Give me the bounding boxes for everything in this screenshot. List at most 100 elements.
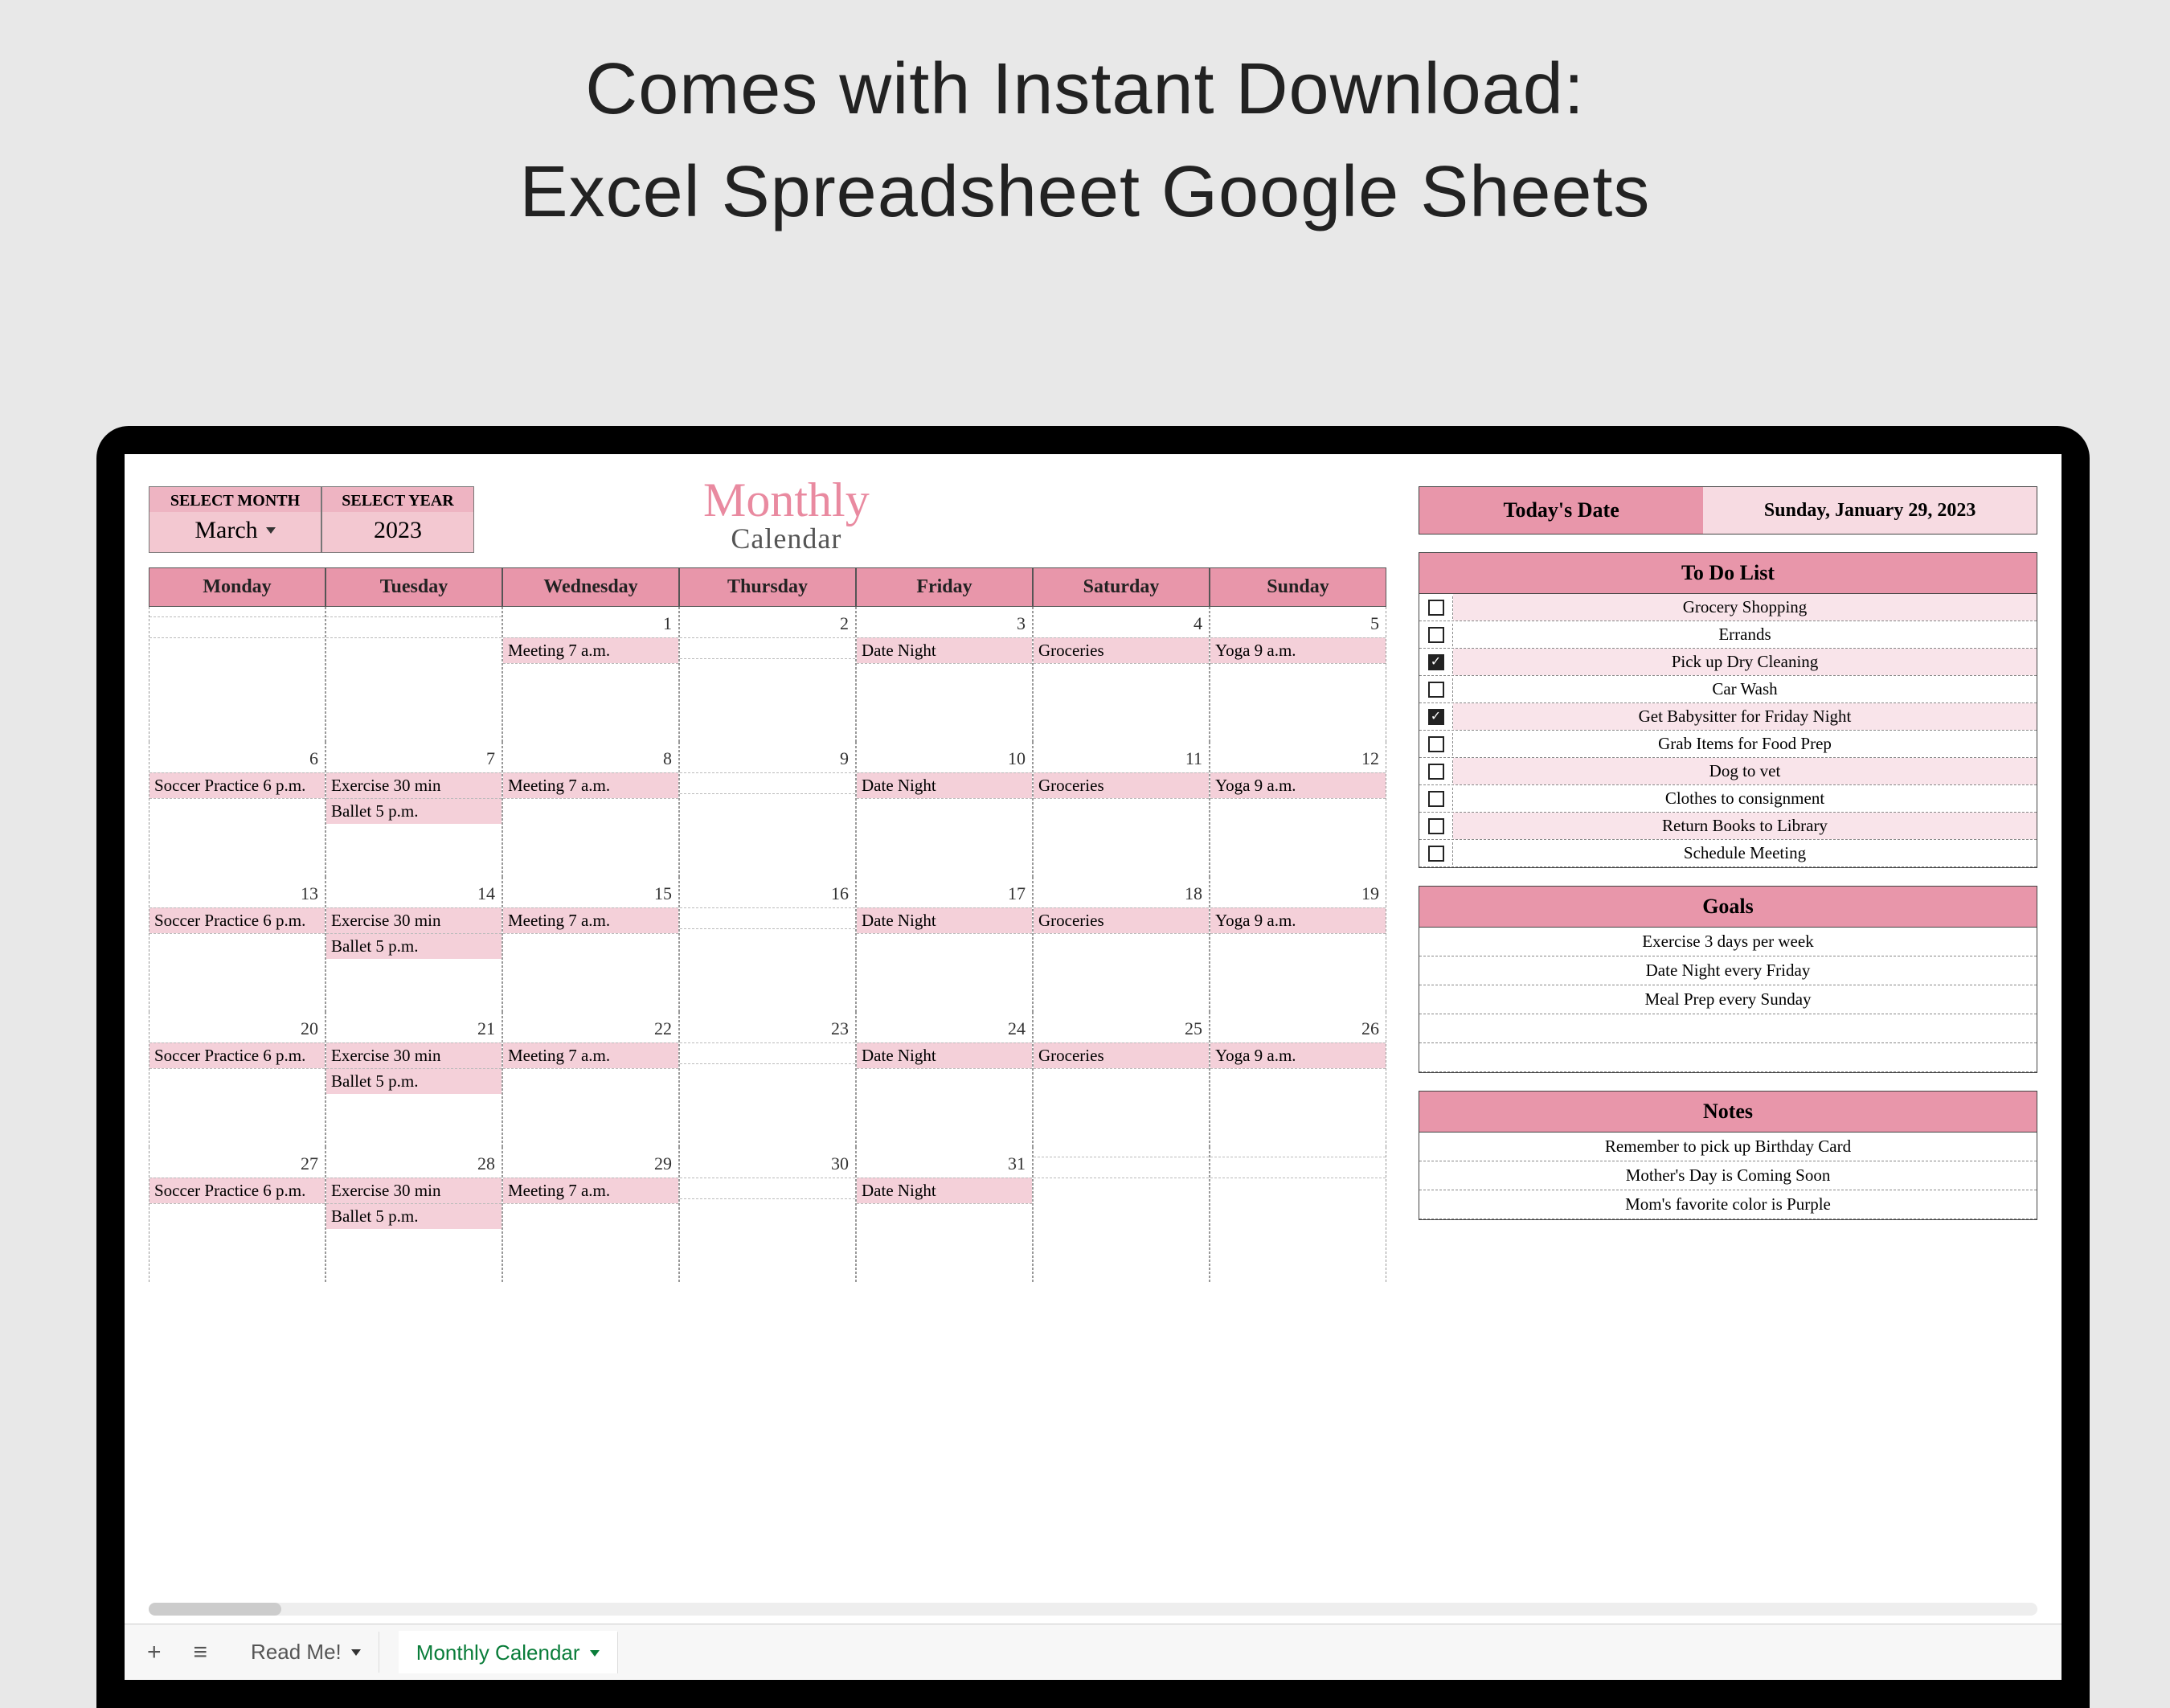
goal-item[interactable]: [1419, 1014, 2037, 1043]
date-number: 28: [326, 1150, 502, 1178]
todo-text: Car Wash: [1453, 676, 2037, 702]
calendar-cell[interactable]: 6Soccer Practice 6 p.m.: [149, 742, 326, 877]
calendar-event: [149, 637, 325, 658]
calendar-event: Groceries: [1034, 1042, 1209, 1068]
date-number: 15: [503, 880, 678, 907]
calendar-cell[interactable]: 9: [679, 742, 856, 877]
calendar-cell[interactable]: 12Yoga 9 a.m.: [1210, 742, 1386, 877]
calendar-cell[interactable]: 26Yoga 9 a.m.: [1210, 1012, 1386, 1147]
calendar-cell[interactable]: [1033, 1147, 1210, 1282]
calendar-cell[interactable]: 11Groceries: [1033, 742, 1210, 877]
horizontal-scrollbar[interactable]: [149, 1603, 2037, 1616]
calendar-side: SELECT MONTH March SELECT YEAR 2023: [149, 486, 1386, 1595]
todo-checkbox[interactable]: [1419, 624, 1453, 646]
todo-text: Clothes to consignment: [1453, 785, 2037, 812]
month-selector[interactable]: SELECT MONTH March: [149, 486, 321, 553]
calendar-cell[interactable]: 28Exercise 30 minBallet 5 p.m.: [326, 1147, 502, 1282]
todo-checkbox[interactable]: [1419, 788, 1453, 810]
todo-checkbox[interactable]: [1419, 815, 1453, 838]
date-number: 13: [149, 880, 325, 907]
calendar-event: [503, 933, 678, 954]
calendar-cell[interactable]: 18Groceries: [1033, 877, 1210, 1012]
calendar-event: Yoga 9 a.m.: [1210, 907, 1386, 933]
todo-text: Grab Items for Food Prep: [1453, 731, 2037, 757]
calendar-cell[interactable]: 21Exercise 30 minBallet 5 p.m.: [326, 1012, 502, 1147]
goal-item[interactable]: Date Night every Friday: [1419, 956, 2037, 985]
calendar-cell[interactable]: 20Soccer Practice 6 p.m.: [149, 1012, 326, 1147]
date-number: 20: [149, 1015, 325, 1042]
calendar-cell[interactable]: 2: [679, 607, 856, 742]
note-item[interactable]: Remember to pick up Birthday Card: [1419, 1133, 2037, 1161]
date-number: [326, 610, 502, 616]
calendar-event: [1210, 933, 1386, 954]
calendar-cell[interactable]: 3Date Night: [856, 607, 1033, 742]
date-number: 27: [149, 1150, 325, 1178]
date-number: 17: [857, 880, 1032, 907]
laptop-frame: SELECT MONTH March SELECT YEAR 2023: [96, 426, 2090, 1708]
calendar-event: [149, 1203, 325, 1224]
goal-item[interactable]: [1419, 1043, 2037, 1072]
date-number: 16: [680, 880, 855, 907]
calendar-cell[interactable]: 23: [679, 1012, 856, 1147]
calendar-cell[interactable]: 8Meeting 7 a.m.: [502, 742, 679, 877]
date-number: 4: [1034, 610, 1209, 637]
todo-checkbox[interactable]: [1419, 596, 1453, 619]
calendar-cell[interactable]: 15Meeting 7 a.m.: [502, 877, 679, 1012]
calendar-cell[interactable]: [149, 607, 326, 742]
tab-read-me[interactable]: Read Me!: [233, 1632, 379, 1673]
calendar-cell[interactable]: 25Groceries: [1033, 1012, 1210, 1147]
date-number: 25: [1034, 1015, 1209, 1042]
note-item[interactable]: Mother's Day is Coming Soon: [1419, 1161, 2037, 1190]
todo-checkbox[interactable]: [1419, 842, 1453, 865]
year-selector[interactable]: SELECT YEAR 2023: [321, 486, 474, 553]
goal-item[interactable]: Exercise 3 days per week: [1419, 928, 2037, 956]
calendar-cell[interactable]: 10Date Night: [856, 742, 1033, 877]
calendar-cell[interactable]: 22Meeting 7 a.m.: [502, 1012, 679, 1147]
tab-read-me-label: Read Me!: [251, 1640, 342, 1665]
tab-monthly-calendar[interactable]: Monthly Calendar: [399, 1631, 618, 1673]
todo-row: Grocery Shopping: [1419, 594, 2037, 621]
today-row: Today's Date Sunday, January 29, 2023: [1419, 486, 2037, 535]
calendar-cell[interactable]: [1210, 1147, 1386, 1282]
calendar-cell[interactable]: 19Yoga 9 a.m.: [1210, 877, 1386, 1012]
calendar-cell[interactable]: 31Date Night: [856, 1147, 1033, 1282]
calendar-event: [326, 616, 502, 637]
calendar-event: Date Night: [857, 1042, 1032, 1068]
todo-checkbox[interactable]: [1419, 760, 1453, 783]
calendar-event: [1210, 1157, 1386, 1178]
calendar-cell[interactable]: 4Groceries: [1033, 607, 1210, 742]
calendar-cell[interactable]: 7Exercise 30 minBallet 5 p.m.: [326, 742, 502, 877]
calendar-cell[interactable]: 14Exercise 30 minBallet 5 p.m.: [326, 877, 502, 1012]
calendar-event: Soccer Practice 6 p.m.: [149, 1042, 325, 1068]
today-value: Sunday, January 29, 2023: [1703, 487, 2037, 534]
date-number: 3: [857, 610, 1032, 637]
calendar-event: [1034, 663, 1209, 684]
todo-text: Grocery Shopping: [1453, 594, 2037, 621]
calendar-cell[interactable]: 27Soccer Practice 6 p.m.: [149, 1147, 326, 1282]
calendar-cell[interactable]: 30: [679, 1147, 856, 1282]
calendar-cell[interactable]: 16: [679, 877, 856, 1012]
all-sheets-button[interactable]: ≡: [187, 1639, 215, 1666]
calendar-cell[interactable]: 5Yoga 9 a.m.: [1210, 607, 1386, 742]
calendar-cell[interactable]: 29Meeting 7 a.m.: [502, 1147, 679, 1282]
calendar-logo: Monthly Calendar: [703, 478, 870, 555]
todo-checkbox[interactable]: ✓: [1419, 651, 1453, 674]
calendar-cell[interactable]: 17Date Night: [856, 877, 1033, 1012]
checkbox-icon: ✓: [1428, 654, 1444, 670]
add-sheet-button[interactable]: +: [141, 1639, 168, 1666]
sidebar: Today's Date Sunday, January 29, 2023 To…: [1419, 486, 2037, 1595]
goal-item[interactable]: Meal Prep every Sunday: [1419, 985, 2037, 1014]
date-number: 2: [680, 610, 855, 637]
todo-checkbox[interactable]: ✓: [1419, 706, 1453, 728]
calendar-event: [503, 1068, 678, 1089]
calendar-event: [503, 798, 678, 819]
note-item[interactable]: Mom's favorite color is Purple: [1419, 1190, 2037, 1219]
checkbox-icon: [1428, 791, 1444, 807]
calendar-cell[interactable]: 13Soccer Practice 6 p.m.: [149, 877, 326, 1012]
todo-checkbox[interactable]: [1419, 678, 1453, 701]
calendar-cell[interactable]: 24Date Night: [856, 1012, 1033, 1147]
todo-checkbox[interactable]: [1419, 733, 1453, 756]
calendar-cell[interactable]: 1Meeting 7 a.m.: [502, 607, 679, 742]
calendar-event: Ballet 5 p.m.: [326, 798, 502, 824]
calendar-cell[interactable]: [326, 607, 502, 742]
